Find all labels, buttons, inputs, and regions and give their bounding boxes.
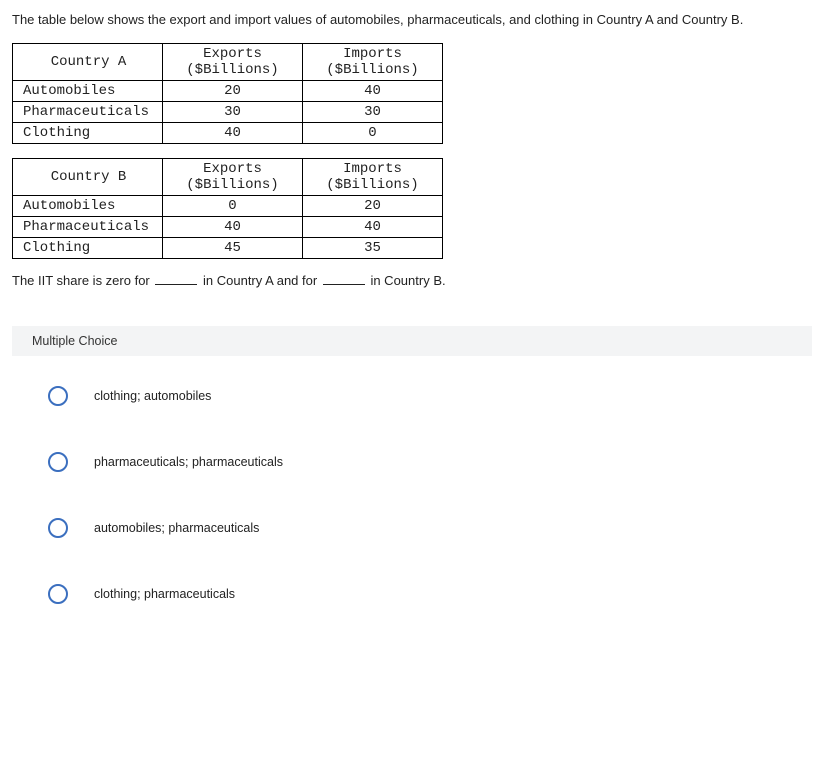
row-label: Clothing [13,238,163,259]
table-row: Pharmaceuticals 30 30 [13,102,443,123]
question-part3: in Country B. [370,273,445,288]
col-header-imports: Imports($Billions) [303,44,443,81]
row-imports: 30 [303,102,443,123]
radio-icon[interactable] [48,452,68,472]
table-row: Automobiles 20 40 [13,81,443,102]
table-country-b: Country B Exports($Billions) Imports($Bi… [12,158,443,259]
option-label: clothing; pharmaceuticals [94,587,235,601]
option-row[interactable]: pharmaceuticals; pharmaceuticals [12,452,812,472]
table-row: Automobiles 0 20 [13,196,443,217]
row-label: Pharmaceuticals [13,102,163,123]
row-label: Automobiles [13,81,163,102]
row-label: Automobiles [13,196,163,217]
row-exports: 45 [163,238,303,259]
row-imports: 40 [303,217,443,238]
row-exports: 20 [163,81,303,102]
multiple-choice-heading: Multiple Choice [12,326,812,356]
option-row[interactable]: automobiles; pharmaceuticals [12,518,812,538]
intro-text: The table below shows the export and imp… [12,12,812,27]
table-country-a: Country A Exports($Billions) Imports($Bi… [12,43,443,144]
row-exports: 40 [163,123,303,144]
blank-2 [323,284,365,285]
option-row[interactable]: clothing; automobiles [12,386,812,406]
question-part1: The IIT share is zero for [12,273,150,288]
table-a-title: Country A [13,44,163,81]
option-label: pharmaceuticals; pharmaceuticals [94,455,283,469]
row-label: Clothing [13,123,163,144]
question-part2: in Country A and for [203,273,317,288]
table-row: Clothing 45 35 [13,238,443,259]
radio-icon[interactable] [48,518,68,538]
table-b-title: Country B [13,159,163,196]
row-imports: 40 [303,81,443,102]
row-imports: 35 [303,238,443,259]
option-label: automobiles; pharmaceuticals [94,521,259,535]
radio-icon[interactable] [48,386,68,406]
blank-1 [155,284,197,285]
option-row[interactable]: clothing; pharmaceuticals [12,584,812,604]
row-imports: 20 [303,196,443,217]
radio-icon[interactable] [48,584,68,604]
table-row: Pharmaceuticals 40 40 [13,217,443,238]
row-imports: 0 [303,123,443,144]
col-header-exports: Exports($Billions) [163,159,303,196]
question-sentence: The IIT share is zero for in Country A a… [12,273,812,288]
col-header-exports: Exports($Billions) [163,44,303,81]
row-label: Pharmaceuticals [13,217,163,238]
table-row: Clothing 40 0 [13,123,443,144]
row-exports: 0 [163,196,303,217]
col-header-imports: Imports($Billions) [303,159,443,196]
row-exports: 40 [163,217,303,238]
option-label: clothing; automobiles [94,389,211,403]
row-exports: 30 [163,102,303,123]
